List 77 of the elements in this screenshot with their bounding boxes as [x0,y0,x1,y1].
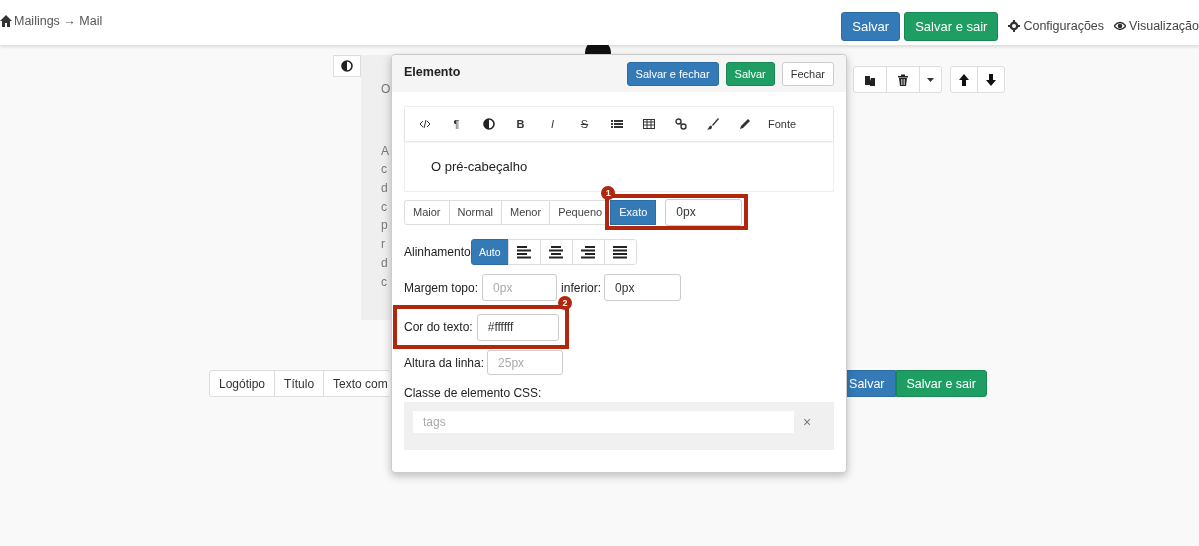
alignment-option[interactable] [603,239,637,265]
size-field[interactable]: 0px [665,198,743,226]
line-height-field[interactable]: 25px [487,350,564,375]
preview-link[interactable]: Visualização [1114,19,1199,33]
size-option[interactable]: Menor [500,199,551,225]
text-fragment: p [381,217,389,235]
align-right-icon [581,245,596,259]
alignment-option[interactable]: Auto [470,239,509,265]
move-down-button[interactable] [977,66,1005,93]
delete-button[interactable] [886,66,920,93]
margin-top-field[interactable]: 0px [482,274,558,301]
save-button[interactable]: Salvar e fechar [626,61,719,86]
text-color-field[interactable]: #ffffff [476,313,559,341]
duplicate-button[interactable] [853,66,887,93]
move-up-button[interactable] [950,66,978,93]
text-fragment: O [381,81,391,98]
text-fragment: c [381,273,388,291]
close-button[interactable]: Fechar [781,61,834,86]
dialog-title: Elemento [404,64,461,79]
settings-icon [1008,20,1021,32]
arrow-down-icon [985,73,997,86]
copy-icon [864,73,876,86]
table-icon [642,118,655,130]
italic-button[interactable]: I [539,113,566,135]
strikethrough-button[interactable]: S [571,113,598,135]
size-option[interactable]: Pequeno [549,199,612,225]
contrast-icon [341,60,353,72]
element-type-button[interactable]: Texto com [323,370,390,397]
field-label: Margem topo: [404,280,479,295]
tags-field[interactable]: tags [413,411,794,433]
text-fragment: c [381,161,388,179]
contrast-button[interactable] [333,55,361,77]
text-fragment: A [381,142,390,160]
text-fragment: r [381,236,386,254]
eye-icon [1114,20,1127,32]
pencil-icon [738,118,751,130]
code-icon [418,118,431,130]
editor-text: O pré-cabeçalho [431,158,528,174]
dropdown-button[interactable] [919,66,942,93]
link-icon [674,118,687,130]
size-option[interactable]: Maior [404,199,450,225]
text-block[interactable]: O A c d c p r d c [361,55,391,320]
breadcrumb[interactable]: Mailings → Mail [14,14,103,28]
element-type-button[interactable]: Título [274,370,325,397]
margin-bottom-field[interactable]: 0px [604,274,682,301]
text-fragment: d [381,254,389,272]
brush-icon [706,118,719,130]
alignment-option[interactable] [571,239,605,265]
list-icon [610,118,623,130]
field-label: Classe de elemento CSS: [404,386,543,400]
alignment-option[interactable] [507,239,541,265]
align-justify-icon [613,245,628,259]
field-label: Altura da linha: [404,355,485,370]
format-button[interactable]: Fonte [763,113,802,135]
bold-button[interactable]: B [507,113,534,135]
element-type-button[interactable]: Logótipo [209,370,276,397]
size-option[interactable]: Exato [610,199,657,225]
caret-icon [927,77,934,82]
field-label: Alinhamento [404,245,471,259]
text-fragment: c [381,198,388,216]
size-option[interactable]: Normal [448,199,502,225]
alignment-option[interactable] [539,239,573,265]
save-button[interactable]: Salvar [841,12,901,41]
trash-icon [897,73,909,86]
arrow-up-icon [958,73,970,86]
home-icon[interactable] [0,15,12,27]
text-fragment: d [381,180,389,198]
field-label: Cor do texto: [404,320,473,334]
number-badge: 1 [601,186,616,200]
format-button[interactable]: ¶ [443,113,470,135]
align-left-icon [517,245,532,259]
align-center-icon [549,245,564,259]
contrast-icon [482,118,495,130]
clear-button[interactable]: × [799,411,816,433]
field-label: inferior: [561,280,602,295]
number-badge: 2 [558,296,572,310]
settings-link[interactable]: Configurações [1008,19,1105,33]
